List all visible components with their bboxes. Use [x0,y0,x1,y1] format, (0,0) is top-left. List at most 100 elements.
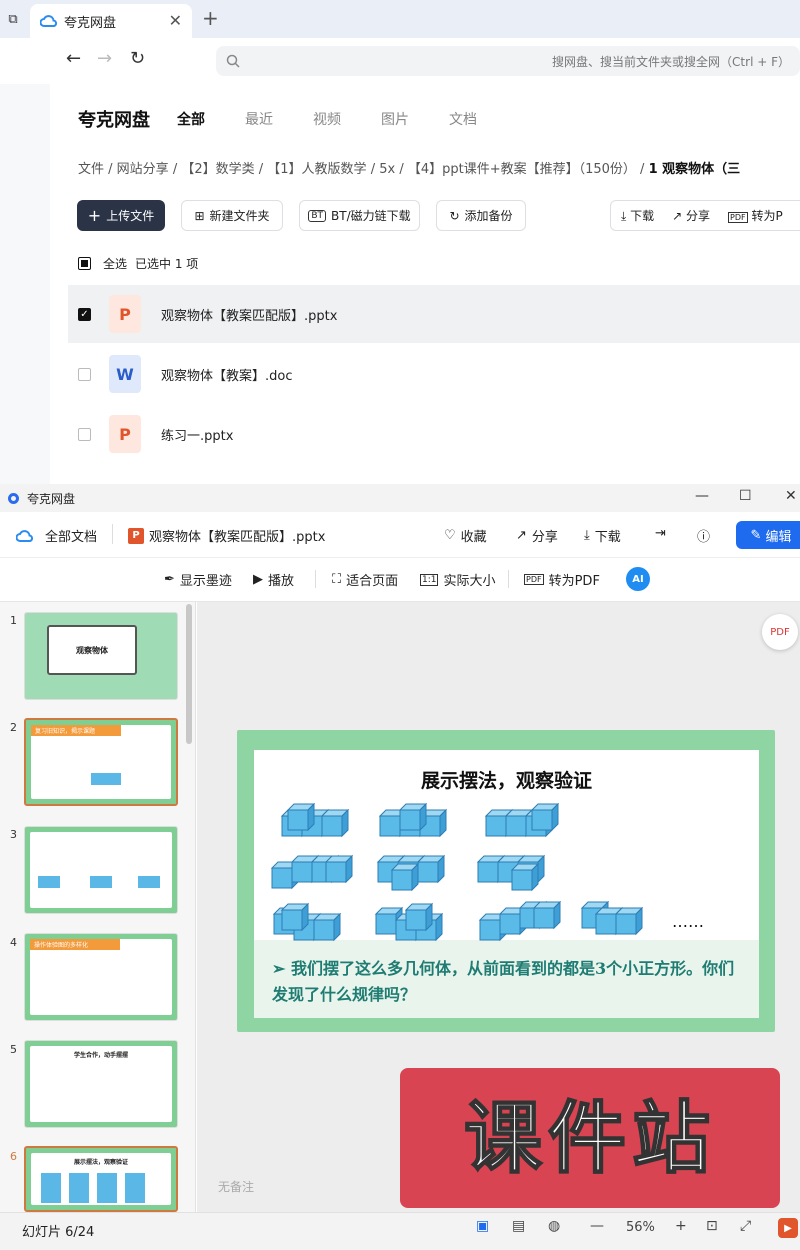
share-button[interactable]: ↗ 分享 [516,526,558,545]
select-all-label[interactable]: 全选 [103,255,127,272]
slide-thumbnail-2[interactable]: 复习旧知识，揭示课题 [24,718,178,806]
edit-label: 编辑 [765,529,792,545]
selection-actions: ⤓ 下载 ↗ 分享 PDF 转为P [610,200,800,231]
zoom-out-icon[interactable]: — [590,1218,604,1234]
share-icon: ↗ [516,528,527,543]
file-checkbox[interactable]: ✓ [78,307,91,321]
to-pdf-button[interactable]: PDF 转为PDF [524,570,600,589]
thumb-title: 复习旧知识，揭示课题 [31,725,121,736]
upload-button[interactable]: + 上传文件 [77,200,165,231]
notes-view-icon[interactable]: ▤ [512,1218,525,1234]
slide-thumbnail-6[interactable]: 展示摆法，观察验证 [24,1146,178,1212]
close-window-icon[interactable]: ✕ [785,488,797,504]
actual-size-button[interactable]: 1:1 实际大小 [420,570,496,589]
share-icon: ↗ [672,209,687,223]
globe-icon[interactable]: ◍ [548,1218,560,1234]
back-icon[interactable]: ← [66,48,81,69]
refresh-icon[interactable]: ↻ [130,48,145,69]
convert-action[interactable]: PDF 转为P [728,207,783,224]
file-row[interactable]: P 练习一.pptx [68,405,800,463]
maximize-icon[interactable]: ☐ [739,488,752,504]
file-checkbox[interactable] [78,367,91,381]
bt-icon: BT [308,209,327,222]
fullscreen-icon[interactable]: ⤢ [740,1218,751,1234]
heart-icon: ♡ [444,528,456,543]
breadcrumb-item[interactable]: 【2】数学类 [181,162,254,177]
file-row[interactable]: ✓ P 观察物体【教案匹配版】.pptx [68,285,800,343]
tab-docs[interactable]: 文档 [449,109,477,129]
favorite-button[interactable]: ♡ 收藏 [444,526,487,545]
tab-all[interactable]: 全部 [177,109,205,129]
slide-thumbnail-4[interactable]: 操作体验图的多样化 [24,933,178,1021]
file-name[interactable]: 观察物体【教案】.doc [161,365,293,384]
viewer-title-bar: 夸克网盘 [0,484,800,512]
fit-page-button[interactable]: ⛶ 适合页面 [332,570,398,589]
slide-notes[interactable]: 无备注 [218,1178,254,1195]
show-ink-button[interactable]: ✒ 显示墨迹 [164,570,232,589]
download-button[interactable]: ⤓ 下载 [584,526,621,545]
breadcrumb-item[interactable]: 【1】人教版数学 [267,162,366,177]
slide-thumbnail-5[interactable]: 学生合作，动手摆摆 [24,1040,178,1128]
search-placeholder: 搜网盘、搜当前文件夹或搜全网（Ctrl + F） [552,55,790,69]
file-name[interactable]: 练习一.pptx [161,425,233,444]
file-row[interactable]: W 观察物体【教案】.doc [68,345,800,403]
tab-close-icon[interactable]: ✕ [169,11,182,30]
ai-assistant-icon[interactable]: AI [626,567,650,591]
thumbnail-scrollbar[interactable] [186,604,192,744]
tab-recent[interactable]: 最近 [245,109,273,129]
file-name[interactable]: 观察物体【教案匹配版】.pptx [161,305,337,324]
fit-label: 适合页面 [346,574,399,589]
browser-tab[interactable]: 夸克网盘 ✕ [30,4,192,38]
add-backup-button[interactable]: ↻ 添加备份 [436,200,526,231]
slide-title: 展示摆法，观察验证 [420,770,592,792]
select-all-checkbox[interactable] [78,257,91,270]
zoom-in-icon[interactable]: + [675,1218,687,1234]
pptx-file-icon: P [128,527,144,544]
file-checkbox[interactable] [78,427,91,441]
all-docs-label: 全部文档 [45,530,98,545]
feather-icon: ✒ [164,572,175,587]
breadcrumb-item[interactable]: 【4】ppt课件+教案【推荐】（150份） [408,162,636,177]
slideshow-play-icon[interactable]: ▶ [778,1218,798,1238]
fit-screen-icon[interactable]: ⊡ [706,1218,718,1234]
export-icon[interactable]: ⇥ [655,526,666,541]
normal-view-icon[interactable]: ▣ [476,1218,489,1234]
upload-label: 上传文件 [106,209,155,223]
cube-group [271,855,353,889]
thumb-title: 操作体验图的多样化 [30,939,120,950]
download-label: 下载 [594,530,621,545]
new-folder-button[interactable]: ⊞ 新建文件夹 [181,200,283,231]
slide-thumbnail-1[interactable]: 观察物体 [24,612,178,700]
cube-arrangements [271,803,643,941]
cube-group [479,901,561,941]
share-action[interactable]: ↗ 分享 [672,207,710,224]
breadcrumb-item[interactable]: 5x [379,162,395,177]
edit-button[interactable]: ✎ 编辑 [736,521,800,549]
cube-shapes [41,1173,151,1203]
forward-icon[interactable]: → [97,48,112,69]
minimize-icon[interactable]: — [695,488,709,504]
tab-video[interactable]: 视频 [313,109,341,129]
cube-group [377,855,445,891]
thumb-title: 展示摆法，观察验证 [73,1159,128,1166]
thumb-number: 4 [10,936,17,949]
slide-thumbnail-3[interactable] [24,826,178,914]
search-input[interactable]: 搜网盘、搜当前文件夹或搜全网（Ctrl + F） [216,46,800,76]
pdf-convert-icon[interactable]: PDF [762,614,798,650]
actual-label: 实际大小 [443,574,496,589]
all-docs-link[interactable]: 全部文档 [16,526,97,545]
bt-label: BT/磁力链下载 [331,209,411,223]
new-tab-icon[interactable]: + [202,6,219,30]
breadcrumb-item[interactable]: 文件 [78,162,104,177]
breadcrumb-item[interactable]: 网站分享 [117,162,169,177]
feedback-icon[interactable]: ⓘ [697,526,710,545]
pen-icon: ✎ [750,527,762,543]
actual-size-icon: 1:1 [420,573,439,586]
left-sidebar-strip [0,84,50,484]
select-all-bar: 全选 已选中 1 项 [78,255,198,272]
tab-search-icon[interactable]: ⧉ [4,10,22,28]
bt-download-button[interactable]: BT BT/磁力链下载 [299,200,420,231]
download-action[interactable]: ⤓ 下载 [621,207,654,224]
play-button[interactable]: ▶ 播放 [253,570,294,589]
tab-images[interactable]: 图片 [381,109,409,129]
